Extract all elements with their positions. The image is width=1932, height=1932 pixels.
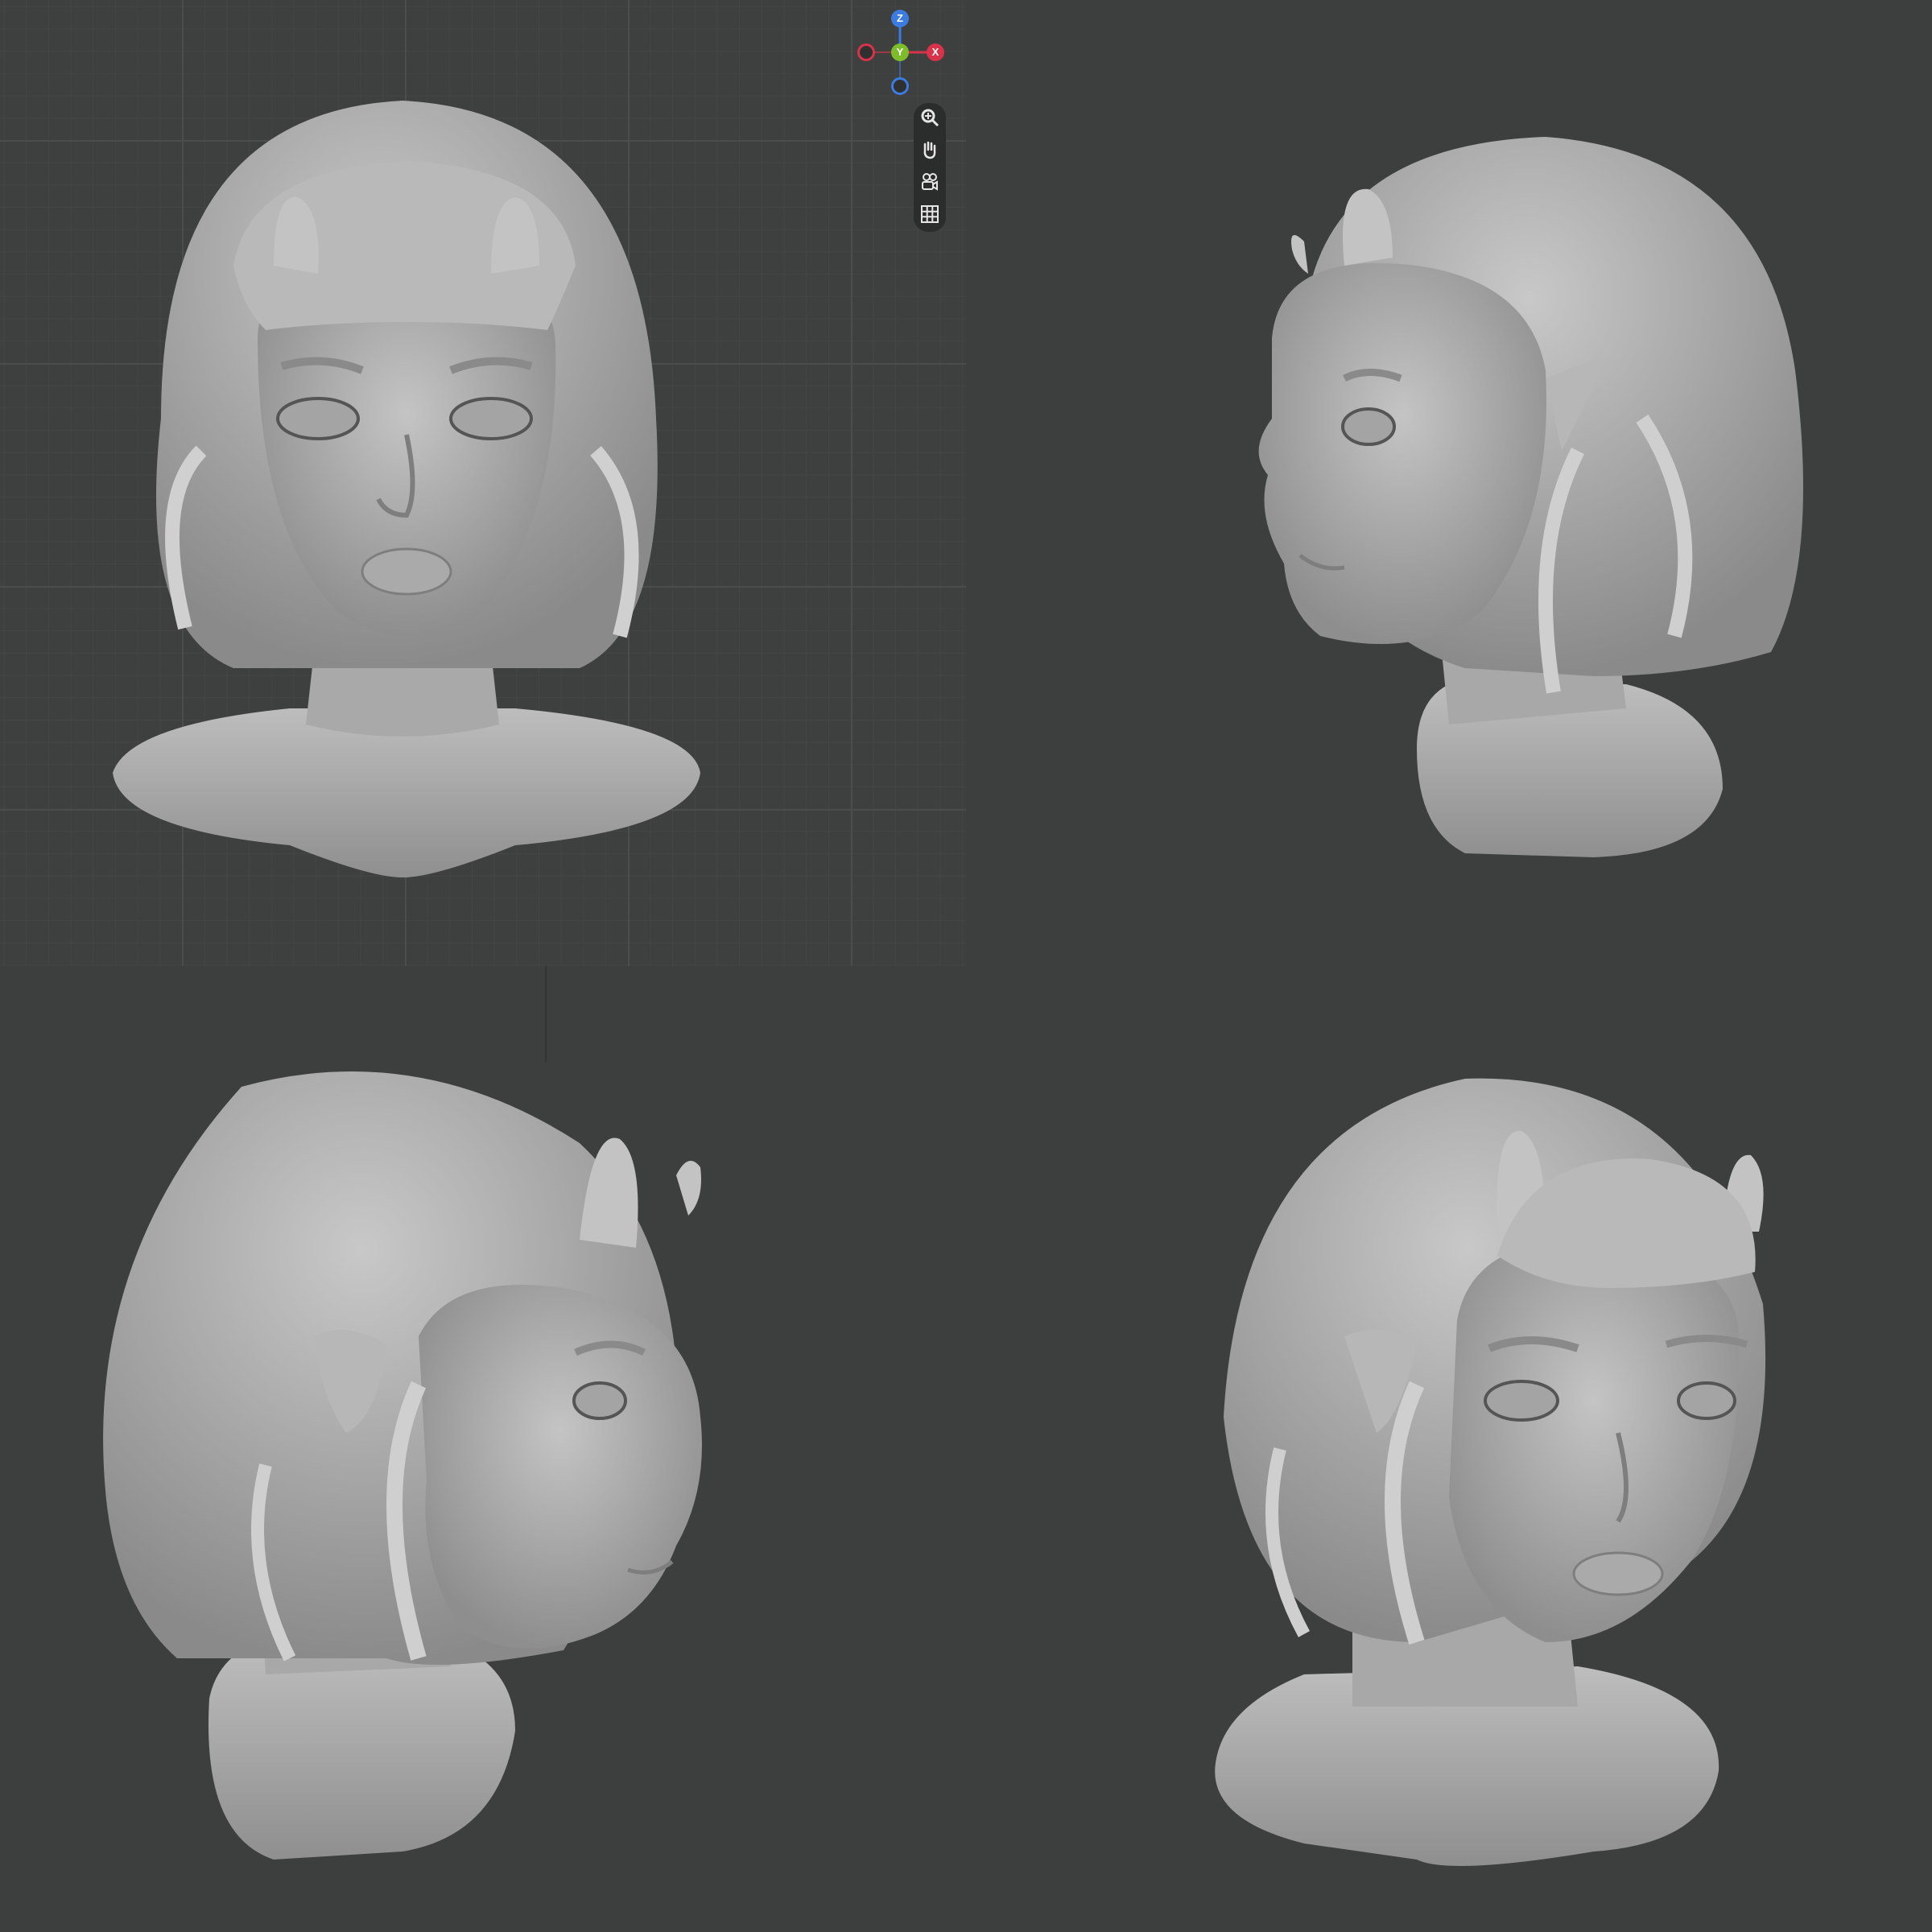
- sculpt-bust-side-right[interactable]: [0, 966, 966, 1932]
- side-viewport-left[interactable]: [966, 0, 1932, 966]
- hand-pan-icon[interactable]: [918, 139, 942, 163]
- gizmo-neg-z-axis[interactable]: [891, 77, 909, 95]
- front-viewport[interactable]: Z X Y: [0, 0, 966, 966]
- gizmo-x-axis[interactable]: X: [927, 43, 944, 61]
- side-viewport-right[interactable]: [0, 966, 966, 1932]
- perspective-viewport[interactable]: [966, 966, 1932, 1932]
- gizmo-neg-x-axis[interactable]: [857, 43, 875, 61]
- camera-orbit-icon[interactable]: [918, 171, 942, 196]
- viewport-divider: [545, 966, 547, 1063]
- zoom-icon[interactable]: [918, 107, 942, 131]
- sculpt-bust-side-left[interactable]: [966, 0, 1932, 966]
- viewport-toolbar: [914, 103, 946, 232]
- navigation-gizmo[interactable]: Z X Y: [849, 6, 946, 103]
- gizmo-z-axis[interactable]: Z: [891, 10, 909, 27]
- grid-icon[interactable]: [918, 204, 942, 228]
- gizmo-y-axis[interactable]: Y: [891, 43, 909, 61]
- sculpt-bust-perspective[interactable]: [966, 966, 1932, 1932]
- sculpt-bust-front[interactable]: [0, 0, 966, 966]
